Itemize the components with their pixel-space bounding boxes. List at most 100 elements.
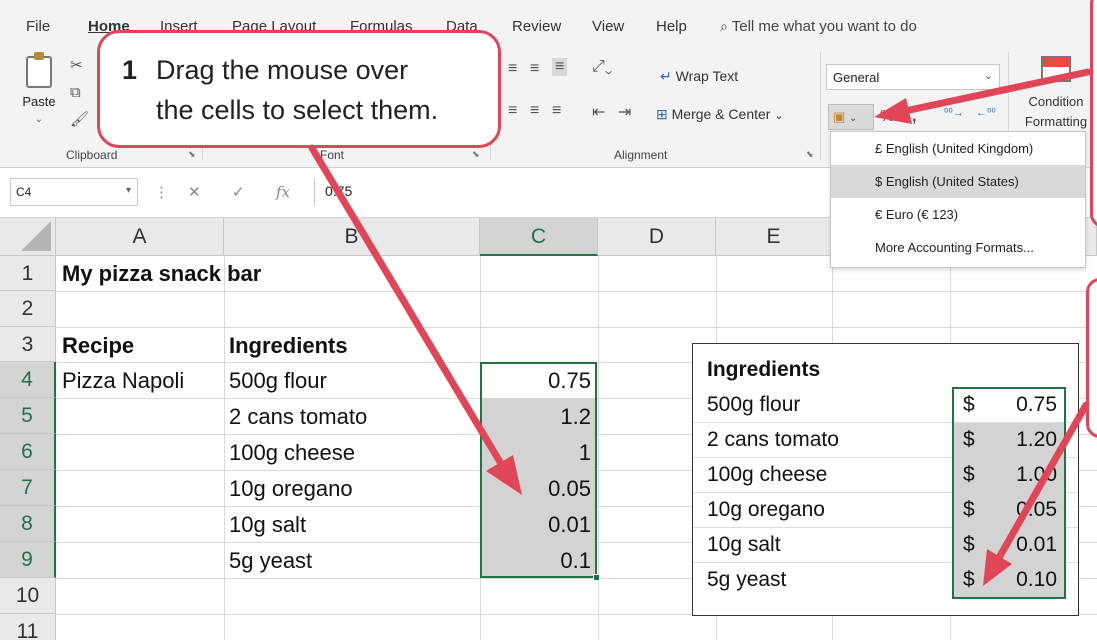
number-format-value: General — [833, 70, 880, 85]
currency-symbol: $ — [963, 393, 975, 416]
align-top-icon[interactable]: ≡ — [508, 60, 517, 78]
percent-icon[interactable]: % — [880, 108, 894, 126]
step-callout: 1 Drag the mouse over the cells to selec… — [97, 30, 501, 148]
merge-icon: ⊞ — [656, 106, 668, 122]
increase-decimal-icon[interactable]: ⁰⁰→ — [944, 106, 964, 119]
conditional-formatting-icon — [1041, 56, 1071, 82]
row-header-8[interactable]: 8 — [0, 506, 56, 542]
accounting-format-menu: £ English (United Kingdom) $ English (Un… — [830, 131, 1086, 268]
fill-handle[interactable] — [593, 574, 600, 581]
price-cell[interactable]: 1.2 — [484, 404, 591, 430]
inset-ingredient: 5g yeast — [707, 568, 787, 591]
tab-review[interactable]: Review — [512, 18, 561, 35]
increase-indent-icon[interactable]: ⇥ — [618, 102, 631, 122]
number-format-select[interactable]: General ⌄ — [826, 64, 1000, 90]
align-center-icon[interactable]: ≡ — [530, 102, 539, 120]
currency-icon: ▣ — [833, 109, 846, 124]
inset-price: 0.75 — [1016, 393, 1057, 416]
ingredient-cell[interactable]: 10g salt — [229, 512, 306, 538]
row-header-9[interactable]: 9 — [0, 542, 56, 578]
column-header-d[interactable]: D — [598, 218, 716, 256]
cancel-icon[interactable]: ✕ — [188, 183, 201, 201]
wrap-text-button[interactable]: ↵ Wrap Text — [660, 68, 738, 85]
step-text-line-1: Drag the mouse over — [156, 55, 409, 85]
currency-symbol: $ — [963, 463, 975, 486]
ingredient-cell[interactable]: 10g oregano — [229, 476, 353, 502]
row-header-7[interactable]: 7 — [0, 470, 56, 506]
row-header-6[interactable]: 6 — [0, 434, 56, 470]
column-header-c[interactable]: C — [480, 218, 598, 256]
ingredient-cell[interactable]: 2 cans tomato — [229, 404, 367, 430]
align-right-icon[interactable]: ≡ — [552, 102, 561, 120]
price-cell[interactable]: 0.75 — [484, 368, 591, 394]
row-header-1[interactable]: 1 — [0, 256, 56, 291]
select-all-corner[interactable] — [0, 218, 56, 256]
tab-file[interactable]: File — [26, 18, 50, 35]
insert-function-icon[interactable]: fx — [276, 183, 290, 201]
align-middle-icon[interactable]: ≡ — [530, 60, 539, 78]
conditional-formatting-button[interactable]: Condition Formatting — [1014, 56, 1097, 132]
column-header-a[interactable]: A — [56, 218, 224, 256]
format-painter-icon[interactable]: 🖌 — [70, 110, 89, 128]
row-header-2[interactable]: 2 — [0, 291, 56, 327]
menu-item-euro[interactable]: € Euro (€ 123) — [831, 198, 1085, 231]
price-cell[interactable]: 0.01 — [484, 512, 591, 538]
gridline — [56, 291, 1097, 292]
name-box[interactable]: C4 ▾ — [10, 178, 138, 206]
price-cell[interactable]: 1 — [484, 440, 591, 466]
tab-help[interactable]: Help — [656, 18, 687, 35]
copy-icon[interactable]: ⧉ — [70, 84, 81, 101]
cut-icon[interactable]: ✂ — [70, 56, 83, 74]
decrease-indent-icon[interactable]: ⇤ — [592, 102, 605, 122]
currency-symbol: $ — [963, 428, 975, 451]
clipboard-launcher-icon[interactable]: ⬊ — [188, 149, 196, 160]
sheet-title[interactable]: My pizza snack bar — [62, 261, 261, 287]
name-box-value: C4 — [16, 185, 32, 199]
selected-range[interactable] — [480, 362, 600, 581]
step-number: 1 — [122, 55, 138, 85]
row-header-11[interactable]: 11 — [0, 614, 56, 640]
paste-button[interactable]: Paste ⌄ — [14, 52, 64, 134]
align-left-icon[interactable]: ≡ — [508, 102, 517, 120]
row-header-10[interactable]: 10 — [0, 578, 56, 614]
enter-icon[interactable]: ✓ — [232, 183, 245, 201]
inset-price: 0.10 — [1016, 568, 1057, 591]
price-cell[interactable]: 0.05 — [484, 476, 591, 502]
recipe-header[interactable]: Recipe — [62, 333, 134, 359]
chevron-down-icon: ⌄ — [774, 110, 784, 122]
row-header-4[interactable]: 4 — [0, 362, 56, 398]
ingredient-cell[interactable]: 500g flour — [229, 368, 327, 394]
orientation-icon[interactable]: ⤢⌄ — [592, 58, 612, 76]
ingredient-cell[interactable]: 100g cheese — [229, 440, 355, 466]
conditional-formatting-label: Condition Formatting — [1024, 94, 1088, 129]
column-header-e[interactable]: E — [716, 218, 832, 256]
merge-center-button[interactable]: ⊞ Merge & Center ⌄ — [656, 106, 784, 123]
price-cell[interactable]: 0.1 — [484, 548, 591, 574]
inset-price: 0.05 — [1016, 498, 1057, 521]
row-header-5[interactable]: 5 — [0, 398, 56, 434]
chevron-down-icon: ⌄ — [848, 113, 858, 124]
font-launcher-icon[interactable]: ⬊ — [472, 149, 480, 160]
alignment-group-label: Alignment — [614, 148, 668, 162]
inset-header: Ingredients — [707, 358, 821, 381]
column-header-b[interactable]: B — [224, 218, 480, 256]
wrap-text-icon: ↵ — [660, 68, 672, 84]
step-text-line-2: the cells to select them. — [156, 95, 439, 125]
comma-style-icon[interactable]: , — [912, 108, 916, 126]
tell-me-search[interactable]: ⌕ Tell me what you want to do — [720, 18, 917, 35]
menu-item-usd[interactable]: $ English (United States) — [831, 165, 1085, 198]
align-bottom-icon[interactable]: ≡ — [552, 58, 568, 76]
ingredients-header[interactable]: Ingredients — [229, 333, 348, 359]
ingredient-cell[interactable]: 5g yeast — [229, 548, 312, 574]
menu-item-gbp[interactable]: £ English (United Kingdom) — [831, 132, 1085, 165]
gridline — [56, 327, 1097, 328]
row-header-3[interactable]: 3 — [0, 327, 56, 362]
chevron-down-icon: ⌄ — [983, 70, 993, 82]
decrease-decimal-icon[interactable]: ←⁰⁰ — [976, 106, 996, 119]
menu-item-more-accounting[interactable]: More Accounting Formats... — [831, 231, 1085, 264]
tab-view[interactable]: View — [592, 18, 624, 35]
recipe-name[interactable]: Pizza Napoli — [62, 368, 184, 394]
accounting-format-button[interactable]: ▣ ⌄ — [828, 104, 874, 130]
inset-ingredient: 2 cans tomato — [707, 428, 839, 451]
alignment-launcher-icon[interactable]: ⬊ — [806, 149, 814, 160]
